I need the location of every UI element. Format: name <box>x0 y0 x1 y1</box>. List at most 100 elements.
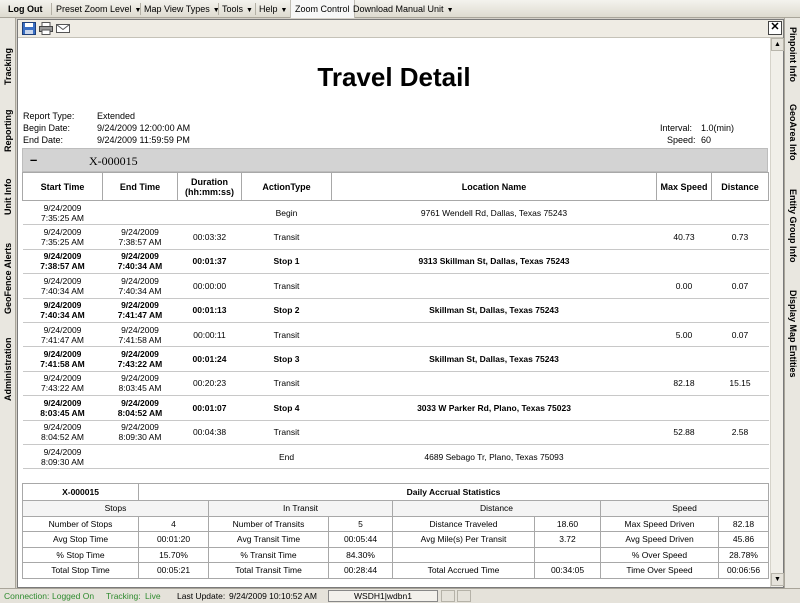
tab-entity-group-info[interactable]: Entity Group Info <box>786 176 800 276</box>
close-button[interactable]: ✕ <box>768 21 782 35</box>
duration-cell: 00:04:38 <box>177 420 242 445</box>
end-time-cell-line: 8:03:45 AM <box>118 383 162 394</box>
stat-stops-value: 4 <box>138 515 209 532</box>
tab-reporting[interactable]: Reporting <box>1 96 15 166</box>
start-time-cell-line: 9/24/2009 <box>43 300 82 311</box>
scroll-down-icon[interactable]: ▼ <box>771 573 784 586</box>
logout-menu[interactable]: Log Out <box>4 0 47 18</box>
distance-cell: 0.07 <box>711 322 769 348</box>
table-header-row: Start Time End Time Duration (hh:mm:ss) … <box>22 172 769 201</box>
vertical-scrollbar[interactable]: ▲ ▼ <box>770 38 784 587</box>
location-cell: 9761 Wendell Rd, Dallas, Texas 75243 <box>331 200 657 226</box>
tools-menu[interactable]: Tools ▼ <box>218 0 257 18</box>
duration-cell: 00:01:13 <box>177 298 242 323</box>
duration-cell: 00:01:37 <box>177 249 242 275</box>
speed-value: 60 <box>701 135 712 145</box>
download-manual-unit-menu[interactable]: Download Manual Unit ▼ <box>349 0 458 18</box>
max-speed-cell <box>656 298 712 323</box>
duration-cell: 00:03:32 <box>177 224 242 250</box>
location-cell: 4689 Sebago Tr, Plano, Texas 75093 <box>331 444 657 470</box>
start-time-cell-line: 8:03:45 AM <box>40 407 85 418</box>
action-type-cell: Transit <box>241 322 332 348</box>
stat-transit-value: 00:28:44 <box>328 562 393 579</box>
start-time-cell: 9/24/2009 7:38:57 AM <box>22 249 103 275</box>
action-type-cell: Transit <box>241 273 332 299</box>
left-tab-strip: Tracking Reporting Unit Info GeoFence Al… <box>0 18 16 588</box>
end-time-cell-line: 9/24/2009 <box>121 275 159 286</box>
zoom-control-menu[interactable]: Zoom Control <box>290 0 355 18</box>
stat-speed-label: Time Over Speed <box>600 562 719 579</box>
column-header: Start Time <box>22 172 103 201</box>
end-time-cell: 9/24/2009 7:40:34 AM <box>102 249 178 275</box>
column-header: Duration (hh:mm:ss) <box>177 172 242 201</box>
tab-geoarea-info[interactable]: GeoArea Info <box>786 90 800 174</box>
duration-cell: 00:00:11 <box>177 322 242 348</box>
scroll-up-icon[interactable]: ▲ <box>771 38 784 51</box>
distance-cell: 0.07 <box>711 273 769 299</box>
status-segment <box>441 590 455 602</box>
save-icon[interactable] <box>22 22 36 35</box>
start-time-cell-line: 8:04:52 AM <box>40 432 84 443</box>
stat-stops-label: Avg Stop Time <box>22 531 139 548</box>
stats-title-row: X-000015 Daily Accrual Statistics <box>22 483 770 501</box>
start-time-cell: 9/24/2009 8:09:30 AM <box>22 444 103 470</box>
end-time-cell-line: 9/24/2009 <box>121 422 159 433</box>
location-cell: Skillman St, Dallas, Texas 75243 <box>331 298 657 323</box>
start-time-cell-line: 9/24/2009 <box>43 373 82 384</box>
start-time-cell-line: 9/24/2009 <box>43 202 82 213</box>
table-row: 9/24/2009 7:35:25 AM 9/24/2009 7:38:57 AM 00… <box>22 224 769 250</box>
start-time-cell-line: 7:41:58 AM <box>40 359 85 370</box>
stat-speed-value: 28.78% <box>717 546 770 563</box>
action-type-cell: Stop 3 <box>241 346 332 372</box>
report-type-label: Report Type: <box>23 111 75 121</box>
location-cell: Skillman St, Dallas, Texas 75243 <box>331 346 657 372</box>
start-time-cell-line: 7:35:25 AM <box>40 212 84 223</box>
print-icon[interactable] <box>39 22 53 35</box>
stats-group-header: Speed <box>599 500 770 517</box>
end-time-cell <box>102 200 178 226</box>
help-menu[interactable]: Help ▼ <box>255 0 291 18</box>
menu-bar: Log Out Preset Zoom Level ▼ Map View Type… <box>0 0 800 18</box>
last-update-value: 9/24/2009 10:10:52 AM <box>229 591 317 601</box>
stat-speed-label: % Over Speed <box>600 546 719 563</box>
unit-id: X-000015 <box>89 154 138 168</box>
report-content: Travel Detail Report Type: Extended Begi… <box>18 38 770 587</box>
connection-label: Connection: <box>4 591 50 601</box>
right-tab-strip: Pinpoint Info GeoArea Info Entity Group … <box>784 18 800 588</box>
table-row: 9/24/2009 8:04:52 AM 9/24/2009 8:09:30 AM 00… <box>22 420 769 445</box>
map-view-types-menu[interactable]: Map View Types ▼ <box>140 0 224 18</box>
tracking-label: Tracking: <box>106 591 141 601</box>
start-time-cell-line: 7:40:34 AM <box>40 310 85 321</box>
end-time-cell-line: 9/24/2009 <box>121 349 159 360</box>
stat-transit-label: Avg Transit Time <box>208 531 329 548</box>
end-time-cell-line: 7:40:34 AM <box>118 285 162 296</box>
location-cell <box>331 224 657 250</box>
action-type-cell: Transit <box>241 224 332 250</box>
end-time-cell-line: 7:43:22 AM <box>117 359 163 370</box>
collapse-button[interactable]: – <box>30 152 37 167</box>
table-row: 9/24/2009 7:43:22 AM 9/24/2009 8:03:45 AM 00… <box>22 371 769 397</box>
action-type-cell: End <box>241 444 332 470</box>
max-speed-cell: 82.18 <box>656 371 712 397</box>
column-header: Location Name <box>331 172 657 201</box>
end-time-cell-line: 7:38:57 AM <box>118 237 162 248</box>
interval-label: Interval: <box>660 123 693 133</box>
table-row: 9/24/2009 7:40:34 AM 9/24/2009 7:40:34 AM 00… <box>22 273 769 299</box>
action-type-cell: Stop 2 <box>241 298 332 323</box>
tab-display-map-entities[interactable]: Display Map Entities <box>786 278 800 390</box>
start-time-cell-line: 9/24/2009 <box>43 227 82 238</box>
end-time-cell: 9/24/2009 7:40:34 AM <box>102 273 178 299</box>
tab-tracking[interactable]: Tracking <box>1 36 15 96</box>
tab-geofence-alerts[interactable]: GeoFence Alerts <box>1 228 15 328</box>
report-type-value: Extended <box>97 111 136 121</box>
tab-pinpoint-info[interactable]: Pinpoint Info <box>786 20 800 88</box>
action-type-cell: Stop 4 <box>241 395 332 421</box>
tab-unit-info[interactable]: Unit Info <box>1 166 15 228</box>
tab-administration[interactable]: Administration <box>1 328 15 410</box>
preset-zoom-level-menu[interactable]: Preset Zoom Level ▼ <box>52 0 145 18</box>
distance-cell <box>711 298 769 323</box>
email-icon[interactable] <box>56 22 70 35</box>
start-time-cell-line: 9/24/2009 <box>43 275 82 286</box>
speed-label: Speed: <box>667 135 696 145</box>
stat-distance-value: 00:34:05 <box>534 562 601 579</box>
